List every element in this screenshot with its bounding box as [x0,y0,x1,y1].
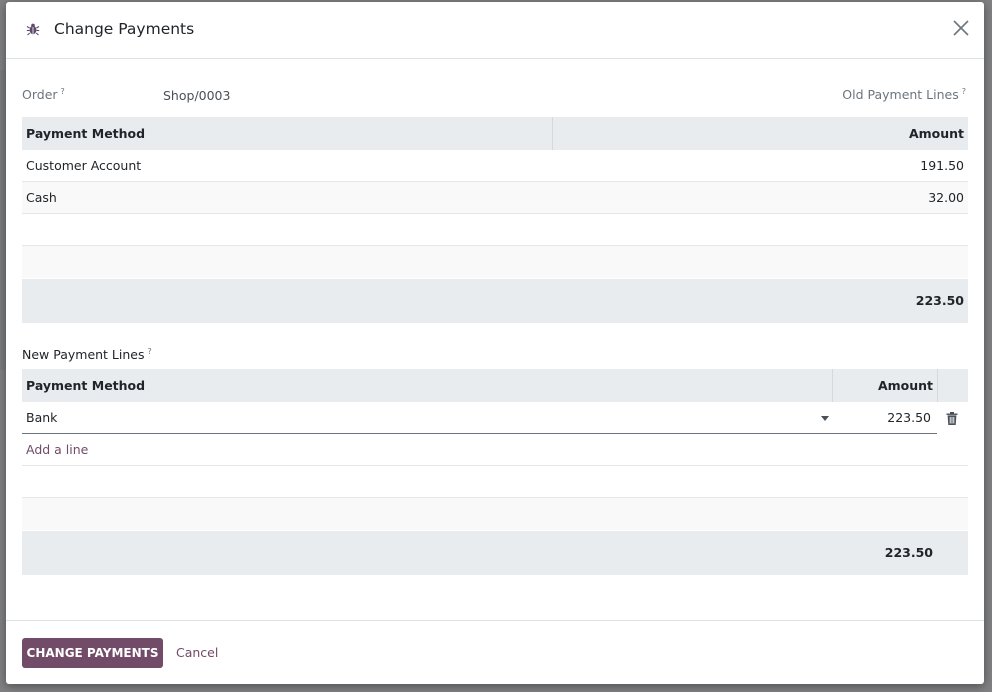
dialog-footer: Change Payments Cancel [6,620,984,684]
payment-method-select-value: Bank [26,410,58,425]
amount-input[interactable]: 223.50 [833,402,937,434]
old-table-header: Payment Method Amount [22,117,968,150]
old-payment-lines-label: Old Payment Lines? [842,87,966,102]
payment-method-select[interactable]: Bank [22,402,833,434]
old-payment-lines-label-text: Old Payment Lines [842,87,959,103]
empty-row [22,466,968,498]
empty-row [22,214,968,246]
new-col-payment-method[interactable]: Payment Method [26,369,145,402]
new-payment-lines-label-text: New Payment Lines [22,347,145,363]
new-payment-lines-help-icon[interactable]: ? [148,347,152,356]
empty-row [22,246,968,278]
trash-icon[interactable] [946,412,958,425]
order-help-icon[interactable]: ? [61,87,65,96]
old-total-row: 223.50 [22,279,968,323]
dialog-title: Change Payments [54,20,195,38]
empty-row [22,498,968,530]
bug-icon [26,23,40,36]
old-total-amount: 223.50 [915,293,964,308]
cancel-button[interactable]: Cancel [172,638,222,668]
new-payment-lines-label: New Payment Lines? [22,347,152,362]
table-row[interactable]: Bank 223.50 [22,402,968,434]
old-payment-lines-help-icon[interactable]: ? [962,87,966,96]
new-total-amount: 223.50 [884,545,933,560]
change-payments-button[interactable]: Change Payments [22,638,163,668]
close-icon[interactable] [951,18,971,38]
new-col-amount[interactable]: Amount [833,369,937,402]
row-payment-method: Cash [26,190,57,205]
order-value: Shop/0003 [163,88,231,103]
table-row[interactable]: Cash 32.00 [22,182,968,214]
change-payments-dialog: Change Payments Order? Shop/0003 Old Pay… [6,2,984,684]
dialog-header: Change Payments [6,2,984,59]
old-col-separator [552,117,553,150]
old-col-amount[interactable]: Amount [909,117,964,150]
old-col-payment-method[interactable]: Payment Method [26,117,145,150]
add-line-row: Add a line [22,434,968,466]
new-total-row: 223.50 [22,531,968,575]
add-line-link[interactable]: Add a line [26,434,88,466]
amount-input-value: 223.50 [887,410,931,425]
row-amount: 191.50 [920,158,964,173]
new-table-header: Payment Method Amount [22,369,968,402]
new-col-separator [937,369,938,402]
chevron-down-icon[interactable] [821,416,829,421]
order-label: Order? [22,87,65,102]
row-amount: 32.00 [928,190,964,205]
new-payment-lines-table: Payment Method Amount Bank 223.50 Add a … [22,369,968,575]
table-row[interactable]: Customer Account 191.50 [22,150,968,182]
row-payment-method: Customer Account [26,158,142,173]
old-payment-lines-table: Payment Method Amount Customer Account 1… [22,117,968,323]
order-label-text: Order [22,87,58,103]
